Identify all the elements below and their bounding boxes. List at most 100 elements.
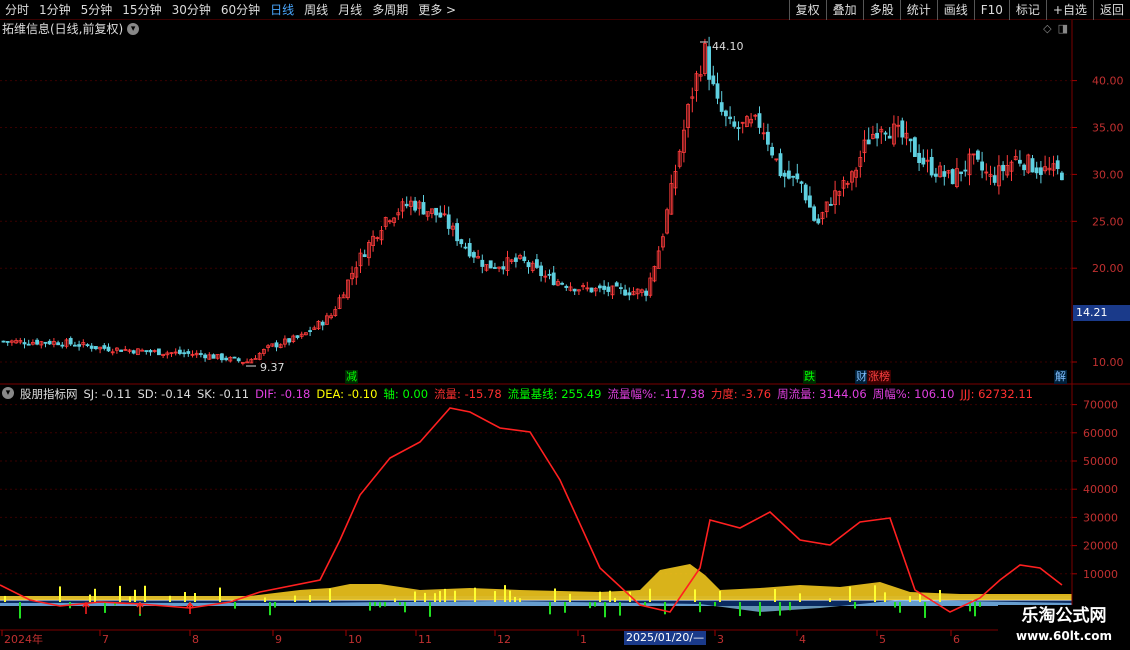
- axes: 40.00 35.00 30.00 25.00 20.00 10.00 70000 60000…: [0, 20, 1130, 646]
- event-marker-unlock[interactable]: 解: [1054, 370, 1067, 384]
- candle-body: [480, 259, 485, 267]
- candle-body: [413, 200, 418, 211]
- candle-body: [757, 113, 762, 128]
- candle-body: [60, 344, 65, 347]
- jjj-line: [0, 407, 1063, 613]
- candle-body: [488, 260, 493, 269]
- time-axis-label: 8: [192, 633, 199, 646]
- indicator-name[interactable]: 股朋指标网: [20, 387, 78, 401]
- indicator-axis-label: 60000: [1083, 427, 1118, 440]
- indicator-value: DEA: -0.10: [316, 387, 378, 401]
- candle-body: [186, 351, 191, 354]
- candle-body: [623, 289, 627, 296]
- indicator-bar: [374, 602, 376, 607]
- candle-body: [421, 202, 426, 215]
- grid-lines: [0, 80, 1072, 575]
- candle-body: [812, 206, 816, 221]
- candle-body: [1030, 158, 1035, 173]
- candle-body: [236, 358, 241, 362]
- candle-body: [715, 83, 720, 99]
- time-axis-label: 10: [348, 633, 362, 646]
- candle-body: [22, 342, 27, 345]
- low-price-label: 9.37: [260, 361, 285, 374]
- indicator-bar: [894, 602, 896, 608]
- time-axis-label: 9: [275, 633, 282, 646]
- candle-body: [950, 169, 955, 185]
- event-marker-drop[interactable]: 跌: [803, 370, 816, 384]
- price-axis-label: 10.00: [1092, 356, 1124, 369]
- indicator-bar: [939, 589, 941, 602]
- candle-body: [89, 345, 94, 349]
- candle-body: [232, 356, 237, 359]
- indicator-bar: [564, 602, 566, 613]
- time-axis-label: 11: [418, 633, 432, 646]
- candle-body: [177, 349, 182, 354]
- indicator-value: 流量幅%: -117.38: [607, 387, 705, 401]
- time-axis-label: 5: [879, 633, 886, 646]
- candle-body: [308, 330, 313, 332]
- indicator-series: [0, 407, 1072, 619]
- indicator-bar: [799, 593, 801, 602]
- high-price-label: 44.10: [712, 40, 744, 53]
- indicator-menu-icon[interactable]: ▾: [2, 387, 14, 399]
- candle-body: [602, 285, 606, 290]
- candle-body: [1055, 160, 1060, 169]
- watermark-url: www.60lt.com: [1015, 629, 1113, 643]
- indicator-bar: [494, 591, 496, 602]
- candle-body: [1022, 164, 1026, 171]
- indicator-bar: [849, 586, 851, 602]
- indicator-value: SK: -0.11: [196, 387, 250, 401]
- candle-body: [816, 218, 821, 224]
- event-marker-reduce[interactable]: 减: [345, 370, 358, 384]
- candle-body: [644, 290, 648, 296]
- indicator-bar: [414, 591, 416, 602]
- indicator-bar: [779, 602, 781, 616]
- candle-body: [875, 132, 879, 139]
- indicator-bar: [4, 595, 6, 602]
- candle-body: [724, 110, 728, 117]
- indicator-axis-label: 50000: [1083, 455, 1118, 468]
- candle-body: [131, 350, 136, 354]
- candle-body: [560, 282, 564, 285]
- candle-body: [598, 285, 602, 289]
- indicator-bar: [789, 602, 791, 611]
- indicator-bar: [514, 596, 516, 602]
- indicator-bar: [184, 592, 186, 602]
- candle-body: [26, 343, 31, 346]
- price-axis-label: 40.00: [1092, 75, 1124, 88]
- indicator-bar: [829, 598, 831, 602]
- price-axis-label: 20.00: [1092, 262, 1124, 275]
- indicator-bar: [714, 602, 716, 607]
- chart-canvas[interactable]: 44.10 9.37 40.00 35.00 30.00 25.00 20.00 10.00…: [0, 0, 1130, 650]
- candle-body: [732, 121, 737, 127]
- indicator-bar: [439, 591, 441, 602]
- candle-body: [934, 173, 938, 177]
- indicator-axis-label: 20000: [1083, 540, 1118, 553]
- indicator-bar: [649, 588, 651, 602]
- indicator-bar: [404, 602, 406, 613]
- indicator-axis-label: 40000: [1083, 483, 1118, 496]
- cursor-date-tag: 2025/01/20/—: [624, 631, 707, 645]
- indicator-value: 力度: -3.76: [710, 387, 772, 401]
- candle-body: [94, 346, 98, 350]
- time-axis-label: 7: [102, 633, 109, 646]
- candle-body: [492, 267, 497, 269]
- candlestick-series: 44.10 9.37: [1, 36, 1064, 374]
- indicator-bar: [609, 590, 611, 602]
- time-axis-label: 12: [497, 633, 511, 646]
- indicator-value: SJ: -0.11: [83, 387, 132, 401]
- indicator-bar: [144, 585, 146, 602]
- candle-body: [778, 153, 783, 177]
- indicator-bar: [664, 602, 666, 615]
- candle-body: [459, 239, 464, 245]
- event-marker-rank[interactable]: 涨榜: [867, 370, 891, 384]
- candle-body: [887, 135, 892, 139]
- indicator-bar: [194, 593, 196, 602]
- candle-body: [68, 338, 73, 345]
- watermark: 乐淘公式网 www.60lt.com: [998, 605, 1130, 650]
- candle-body: [564, 285, 569, 288]
- indicator-bar: [854, 602, 856, 609]
- candle-body: [224, 357, 229, 361]
- price-axis-label: 35.00: [1092, 122, 1124, 135]
- candle-body: [992, 175, 997, 183]
